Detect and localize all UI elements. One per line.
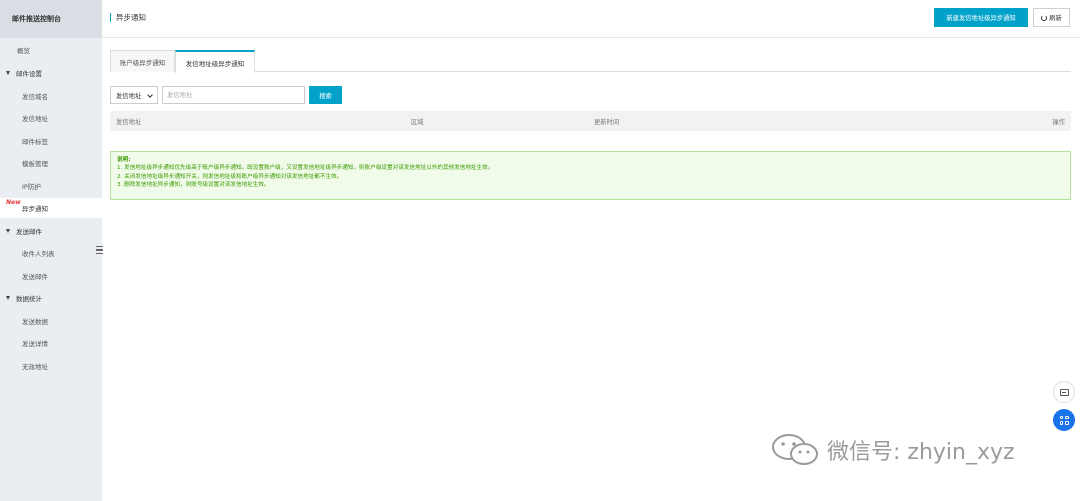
sidebar-item-ip-protection[interactable]: IP防护 xyxy=(0,176,102,196)
column-region: 区域 xyxy=(411,119,424,126)
sidebar-item-invalid-addresses[interactable]: 无效地址 xyxy=(0,356,102,376)
sidebar-item-mail-tags[interactable]: 邮件标签 xyxy=(0,131,102,151)
sidebar-item-send-data[interactable]: 发送数据 xyxy=(0,311,102,331)
sidebar-item-label: 发信域名 xyxy=(22,93,48,101)
sidebar-item-label: 收件人列表 xyxy=(22,250,55,258)
search-field-select[interactable]: 发信地址 xyxy=(110,86,158,104)
sidebar-item-label: 邮件设置 xyxy=(16,70,42,78)
sidebar-item-send-mail[interactable]: 发送邮件 xyxy=(0,266,102,286)
sidebar-group-mail-settings[interactable]: 邮件设置 xyxy=(0,63,102,83)
sidebar-item-overview[interactable]: 概览 xyxy=(0,40,102,60)
sidebar-item-label: IP防护 xyxy=(22,183,41,191)
refresh-button[interactable]: 刷新 xyxy=(1033,8,1070,27)
sidebar-item-sender-domain[interactable]: 发信域名 xyxy=(0,86,102,106)
tab-account-level[interactable]: 账户级异步通知 xyxy=(110,50,175,72)
info-line: 2. 关闭发信地址级异步通知开关，则发信地址级和账户级异步通知对该发信地址都不生… xyxy=(117,173,343,180)
sidebar-item-recipient-lists[interactable]: 收件人列表 xyxy=(0,243,102,263)
info-notice: 说明: 1. 发信地址级异步通知优先级高于账户级异步通知。既设置账户级，又设置发… xyxy=(110,151,1071,200)
select-value: 发信地址 xyxy=(116,92,142,100)
chat-icon xyxy=(1059,388,1069,396)
info-title: 说明: xyxy=(117,157,131,163)
tab-bar: 账户级异步通知 发信地址级异步通知 xyxy=(110,50,1071,73)
collapse-menu-icon[interactable] xyxy=(96,246,103,254)
sidebar-item-label: 发送数据 xyxy=(22,318,48,326)
watermark: 微信号: zhyin_xyz xyxy=(771,430,1015,470)
info-line: 1. 发信地址级异步通知优先级高于账户级异步通知。既设置账户级，又设置发信地址级… xyxy=(117,165,494,172)
sidebar-item-label: 发信地址 xyxy=(22,115,48,123)
sidebar-item-label: 数据统计 xyxy=(16,295,42,303)
apps-grid-icon xyxy=(1059,415,1069,425)
create-sender-async-notify-button[interactable]: 新建发信地址级异步通知 xyxy=(934,8,1028,27)
info-line: 3. 删除发信地址异步通知，则账号级设置对该发信地址生效。 xyxy=(117,182,270,189)
refresh-label: 刷新 xyxy=(1049,15,1062,22)
sidebar-item-async-notify[interactable]: New 异步通知 xyxy=(0,198,102,218)
column-updated-time: 更新时间 xyxy=(594,119,620,126)
search-input[interactable] xyxy=(162,86,305,104)
chevron-down-icon xyxy=(147,92,153,98)
page-title: 异步通知 xyxy=(110,13,146,22)
sidebar-item-label: 邮件标签 xyxy=(22,138,48,146)
chat-button[interactable] xyxy=(1053,381,1075,403)
sidebar-item-label: 模板管理 xyxy=(22,160,48,168)
sidebar-item-label: 无效地址 xyxy=(22,363,48,371)
sidebar-title: 邮件推送控制台 xyxy=(0,0,102,38)
sidebar-group-statistics[interactable]: 数据统计 xyxy=(0,288,102,308)
caret-down-icon xyxy=(6,229,10,233)
sidebar-item-label: 发送详情 xyxy=(22,340,48,348)
table-header: 发信地址 区域 更新时间 操作 xyxy=(110,111,1071,131)
page-header: 异步通知 新建发信地址级异步通知 刷新 xyxy=(102,0,1080,38)
wechat-logo-icon xyxy=(772,434,818,465)
sidebar-item-label: 异步通知 xyxy=(22,205,48,213)
column-actions: 操作 xyxy=(1052,119,1065,126)
sidebar-item-label: 发送邮件 xyxy=(16,228,42,236)
sidebar-item-label: 概览 xyxy=(17,47,30,55)
column-sender-address: 发信地址 xyxy=(116,119,142,126)
new-badge: New xyxy=(6,199,21,206)
sidebar-group-send-mail[interactable]: 发送邮件 xyxy=(0,221,102,241)
sidebar-item-sender-address[interactable]: 发信地址 xyxy=(0,108,102,128)
sidebar-item-label: 发送邮件 xyxy=(22,273,48,281)
refresh-icon xyxy=(1041,14,1048,21)
sidebar-item-send-details[interactable]: 发送详情 xyxy=(0,333,102,353)
search-button[interactable]: 搜索 xyxy=(309,86,342,104)
caret-down-icon xyxy=(6,71,10,75)
sidebar-item-templates[interactable]: 模板管理 xyxy=(0,153,102,173)
sidebar: 邮件推送控制台 概览 邮件设置 发信域名 发信地址 邮件标签 模板管理 IP防护… xyxy=(0,0,102,501)
caret-down-icon xyxy=(6,296,10,300)
watermark-text: 微信号: zhyin_xyz xyxy=(827,440,1015,465)
apps-button[interactable] xyxy=(1053,409,1075,431)
tab-sender-address-level[interactable]: 发信地址级异步通知 xyxy=(175,50,255,73)
